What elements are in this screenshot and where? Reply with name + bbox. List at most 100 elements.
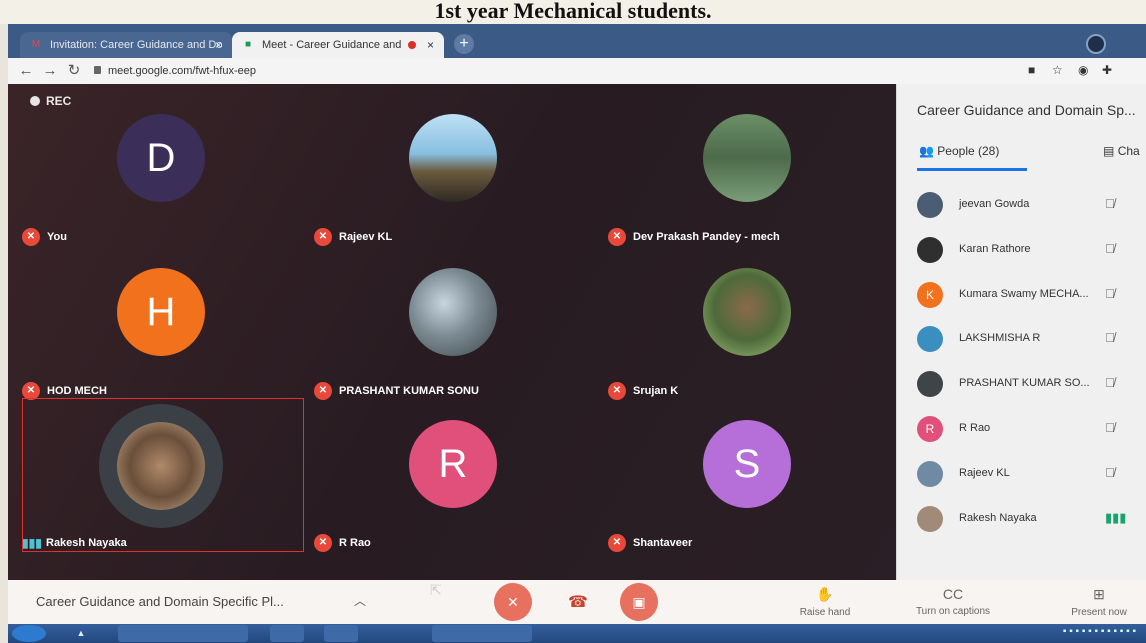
tab-people[interactable]: 👥 People (28) (919, 144, 999, 158)
list-item[interactable]: Rajeev KL 🎙̸ (897, 453, 1146, 498)
mic-off-icon: 🎙̸ (1105, 196, 1115, 211)
list-item[interactable]: jeevan Gowda 🎙̸ (897, 184, 1146, 229)
tab-label: Invitation: Career Guidance and Do (50, 39, 223, 51)
participant-label: ✕ Shantaveer (608, 534, 692, 552)
list-item[interactable]: K Kumara Swamy MECHA... 🎙̸ (897, 274, 1146, 319)
mic-off-icon: 🎙̸ (1105, 330, 1115, 346)
camera-toggle-button[interactable]: ▣ (620, 583, 658, 621)
hang-up-button[interactable]: ☎ (568, 592, 588, 612)
meeting-title[interactable]: Career Guidance and Domain Specific Pl..… (36, 594, 284, 609)
avatar (409, 114, 497, 202)
app-icon[interactable]: ▲ (64, 625, 98, 642)
present-button[interactable]: ⊞ Present now (1054, 586, 1144, 618)
avatar (917, 236, 943, 263)
mic-off-icon: 🎙̸ (1105, 240, 1115, 256)
mic-off-icon: ✕ (608, 228, 626, 246)
person-name: jeevan Gowda (959, 198, 1030, 210)
star-icon[interactable]: ☆ (1052, 63, 1063, 77)
chat-icon: ▤ (1103, 144, 1115, 158)
skype-taskbar-button[interactable] (432, 625, 532, 642)
mic-off-icon: ✕ (314, 382, 332, 400)
avatar (917, 371, 943, 398)
highlight-box (22, 398, 304, 552)
participant-tile[interactable]: ✕ Srujan K (602, 258, 892, 408)
avatar: R (917, 415, 943, 442)
tab-meet[interactable]: ■ Meet - Career Guidance and × (232, 32, 444, 58)
participant-tile[interactable]: S ✕ Shantaveer (602, 410, 892, 560)
document-caption: 1st year Mechanical students. (0, 0, 1146, 24)
mouse-cursor-icon: ⇱ (430, 582, 442, 598)
meeting-controls-bar: Career Guidance and Domain Specific Pl..… (8, 580, 1146, 624)
people-icon: 👥 (919, 144, 934, 158)
mic-off-icon: ✕ (22, 228, 40, 246)
participant-tile[interactable]: R ✕ R Rao (308, 410, 598, 560)
back-arrow-icon[interactable]: ← (16, 61, 36, 81)
list-item[interactable]: R R Rao 🎙̸ (897, 408, 1146, 453)
avatar (703, 268, 791, 356)
system-tray: ▪ ▪ ▪ ▪ ▪ ▪ ▪ ▪ ▪ ▪ ▪ ▪ (1062, 626, 1136, 637)
panel-title: Career Guidance and Domain Sp... (917, 102, 1136, 118)
participant-tile[interactable]: H ✕ HOD MECH (16, 258, 306, 408)
forward-arrow-icon[interactable]: → (40, 61, 60, 81)
gmail-icon: M (31, 39, 41, 50)
person-name: Rakesh Nayaka (959, 511, 1037, 524)
avatar (917, 192, 943, 218)
participant-label: ✕ You (22, 228, 67, 246)
list-item[interactable]: Karan Rathore 🎙̸ (897, 229, 1146, 274)
close-icon[interactable]: × (215, 32, 222, 58)
raise-hand-button[interactable]: ✋ Raise hand (780, 586, 870, 618)
list-item[interactable]: PRASHANT KUMAR SO... 🎙̸ (897, 363, 1146, 408)
people-list: jeevan Gowda 🎙̸ Karan Rathore 🎙̸ K Kumara S… (897, 184, 1146, 542)
avatar (917, 326, 943, 353)
taskbar: ▲ ▪ ▪ ▪ ▪ ▪ ▪ ▪ ▪ ▪ ▪ ▪ ▪ (8, 624, 1146, 643)
captions-icon: CC (942, 586, 964, 602)
start-button[interactable] (12, 625, 46, 642)
tab-label: Meet - Career Guidance and (262, 39, 402, 51)
participant-tile[interactable]: D ✕ You (16, 104, 306, 254)
participant-label: ✕ Rajeev KL (314, 228, 392, 246)
camera-indicator-icon[interactable]: ■ (1028, 63, 1035, 77)
puzzle-icon[interactable]: ✚ (1102, 63, 1112, 77)
list-item[interactable]: Rakesh Nayaka ▮▮▮ (897, 498, 1146, 543)
person-name: LAKSHMISHA R (959, 332, 1041, 345)
avatar: H (117, 268, 205, 356)
present-icon: ⊞ (1093, 586, 1105, 602)
mic-off-icon: 🎙̸ (1105, 464, 1115, 480)
chevron-up-icon[interactable]: ︿ (354, 592, 366, 609)
matlab-taskbar-button[interactable] (380, 625, 414, 642)
avatar: S (703, 420, 791, 508)
participant-tile[interactable]: ✕ Dev Prakash Pandey - mech (602, 104, 892, 254)
mic-off-icon: 🎙̸ (1105, 375, 1115, 391)
tab-chat[interactable]: ▤ Cha (1103, 144, 1140, 158)
monitor-screen: M Invitation: Career Guidance and Do × ■… (8, 24, 1146, 643)
explorer-taskbar-button[interactable] (270, 625, 304, 642)
tab-gmail-invitation[interactable]: M Invitation: Career Guidance and Do × (20, 32, 232, 58)
participant-label: ✕ Dev Prakash Pandey - mech (608, 228, 780, 246)
profile-icon[interactable] (1086, 34, 1106, 54)
mic-off-icon: ✕ (608, 382, 626, 400)
mic-off-icon: ✕ (608, 534, 626, 552)
mic-toggle-button[interactable]: ✕ (494, 583, 532, 621)
audio-level-icon: ▮▮▮ (1105, 509, 1127, 525)
mic-off-icon: 🎙̸ (1105, 285, 1115, 301)
new-tab-button[interactable]: + (454, 34, 474, 54)
avatar: D (117, 114, 205, 202)
avatar (917, 505, 943, 532)
participant-tile[interactable]: ✕ Rajeev KL (308, 104, 598, 254)
url-field[interactable]: meet.google.com/fwt-hfux-eep (108, 62, 256, 80)
extension-icon[interactable]: ◉ (1078, 63, 1088, 77)
close-icon[interactable]: × (427, 32, 434, 58)
mic-off-icon: 🎙̸ (1105, 419, 1115, 435)
person-name: PRASHANT KUMAR SO... (959, 377, 1090, 390)
recording-indicator-icon (408, 41, 416, 49)
participant-label: ✕ R Rao (314, 534, 371, 552)
participant-tile[interactable]: ✕ PRASHANT KUMAR SONU (308, 258, 598, 408)
list-item[interactable]: LAKSHMISHA R 🎙̸ (897, 318, 1146, 363)
captions-button[interactable]: CC Turn on captions (908, 586, 998, 617)
reload-icon[interactable]: ↻ (64, 61, 84, 81)
meet-icon: ■ (244, 39, 252, 50)
chrome-taskbar-button[interactable] (118, 625, 248, 642)
avatar: R (409, 420, 497, 508)
explorer-taskbar-button[interactable] (324, 625, 358, 642)
participant-label: ✕ PRASHANT KUMAR SONU (314, 382, 479, 400)
